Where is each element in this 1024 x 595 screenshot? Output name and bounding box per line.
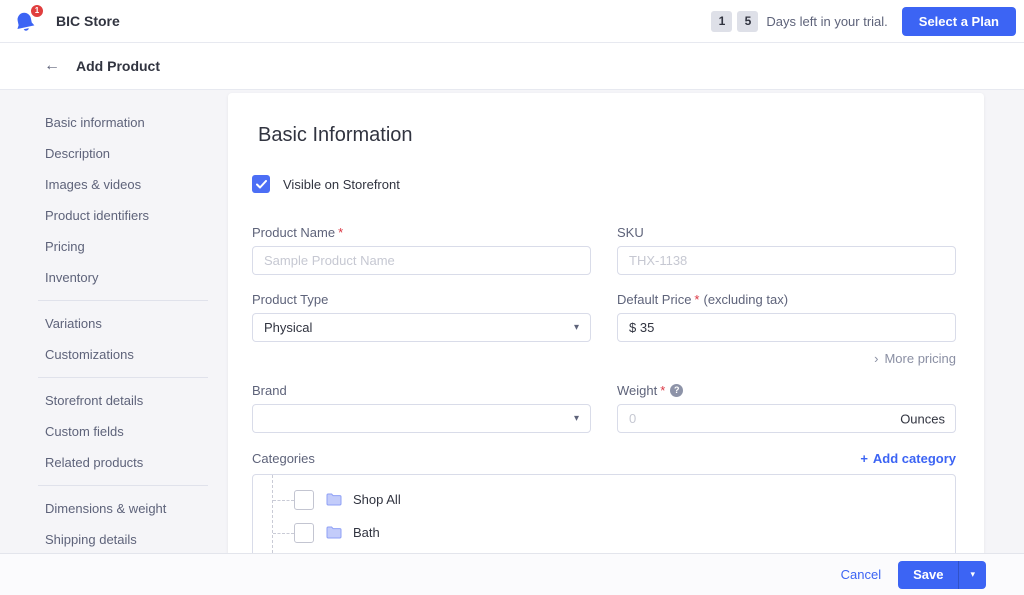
folder-icon <box>326 493 342 506</box>
sidebar-item-custom-fields[interactable]: Custom fields <box>0 416 228 447</box>
action-footer: Cancel Save ▾ <box>0 553 1024 595</box>
product-name-input[interactable] <box>252 246 591 275</box>
sidebar-item-variations[interactable]: Variations <box>0 308 228 339</box>
basic-information-card: Basic Information Visible on Storefront … <box>228 93 984 553</box>
content-area: Basic information Description Images & v… <box>0 90 1024 553</box>
select-plan-button[interactable]: Select a Plan <box>902 7 1016 36</box>
sidebar-item-description[interactable]: Description <box>0 138 228 169</box>
caret-down-icon: ▾ <box>970 569 975 580</box>
tree-connector-line <box>273 533 294 534</box>
sidebar-divider <box>38 377 208 378</box>
visible-on-storefront-row: Visible on Storefront <box>252 175 956 193</box>
page-title: Add Product <box>76 58 160 74</box>
trial-info: 1 5 Days left in your trial. Select a Pl… <box>711 7 1016 36</box>
category-checkbox-shop-all[interactable] <box>294 490 314 510</box>
basic-info-form: Product Name* SKU Product Type <box>252 225 956 433</box>
sidebar-item-images-videos[interactable]: Images & videos <box>0 169 228 200</box>
save-split-button: Save ▾ <box>898 561 986 589</box>
weight-unit: Ounces <box>900 411 945 426</box>
weight-field: Weight*? Ounces <box>617 383 956 433</box>
sidebar-item-pricing[interactable]: Pricing <box>0 231 228 262</box>
save-options-button[interactable]: ▾ <box>959 561 986 589</box>
brand-label: Brand <box>252 383 591 398</box>
required-asterisk: * <box>660 383 665 398</box>
product-type-field: Product Type Physical ▾ <box>252 292 591 366</box>
sidebar-divider <box>38 485 208 486</box>
add-category-button[interactable]: +Add category <box>860 451 956 466</box>
brand: 1 BIC Store <box>12 6 120 36</box>
default-price-note: (excluding tax) <box>703 292 788 307</box>
help-icon[interactable]: ? <box>670 384 683 397</box>
caret-down-icon: ▾ <box>574 323 579 333</box>
category-checkbox-bath[interactable] <box>294 523 314 543</box>
sidebar-item-basic-information[interactable]: Basic information <box>0 107 228 138</box>
sku-input[interactable] <box>617 246 956 275</box>
required-asterisk: * <box>694 292 699 307</box>
chevron-right-icon: › <box>874 351 878 366</box>
sidebar-item-dimensions-weight[interactable]: Dimensions & weight <box>0 493 228 524</box>
trial-days-digit-2: 5 <box>737 11 758 32</box>
weight-input-wrap: Ounces <box>617 404 956 433</box>
page-subheader: ← Add Product <box>0 43 1024 90</box>
product-name-label: Product Name* <box>252 225 591 240</box>
save-button[interactable]: Save <box>898 561 958 589</box>
trial-days-digit-1: 1 <box>711 11 732 32</box>
sidebar-item-shipping-details[interactable]: Shipping details <box>0 524 228 553</box>
categories-label: Categories <box>252 451 315 466</box>
category-label[interactable]: Shop All <box>353 492 401 507</box>
section-sidebar: Basic information Description Images & v… <box>0 90 228 553</box>
tree-connector-line <box>273 500 294 501</box>
brand-select[interactable]: ▾ <box>252 404 591 433</box>
sidebar-item-product-identifiers[interactable]: Product identifiers <box>0 200 228 231</box>
add-product-page: 1 BIC Store 1 5 Days left in your trial.… <box>0 0 1024 595</box>
product-name-field: Product Name* <box>252 225 591 275</box>
default-price-field: Default Price*(excluding tax) ›More pric… <box>617 292 956 366</box>
sku-label: SKU <box>617 225 956 240</box>
folder-icon <box>326 526 342 539</box>
weight-label: Weight*? <box>617 383 956 398</box>
default-price-input[interactable] <box>617 313 956 342</box>
category-tree-row: Bath <box>253 516 955 549</box>
required-asterisk: * <box>338 225 343 240</box>
plus-icon: + <box>860 451 868 466</box>
sidebar-item-related-products[interactable]: Related products <box>0 447 228 478</box>
cancel-button[interactable]: Cancel <box>841 567 881 582</box>
sku-field: SKU <box>617 225 956 275</box>
store-name: BIC Store <box>56 13 120 29</box>
visible-on-storefront-label: Visible on Storefront <box>283 177 400 192</box>
brand-field: Brand ▾ <box>252 383 591 433</box>
visible-on-storefront-checkbox[interactable] <box>252 175 270 193</box>
app-header: 1 BIC Store 1 5 Days left in your trial.… <box>0 0 1024 43</box>
notification-badge: 1 <box>30 4 44 18</box>
product-type-value: Physical <box>264 320 312 335</box>
caret-down-icon: ▾ <box>574 414 579 424</box>
default-price-label: Default Price*(excluding tax) <box>617 292 956 307</box>
trial-text: Days left in your trial. <box>766 14 887 29</box>
category-tree-row: Shop All <box>253 483 955 516</box>
categories-header: Categories +Add category <box>252 451 956 466</box>
sidebar-item-inventory[interactable]: Inventory <box>0 262 228 293</box>
sidebar-divider <box>38 300 208 301</box>
more-pricing-link[interactable]: ›More pricing <box>617 351 956 366</box>
product-type-select[interactable]: Physical ▾ <box>252 313 591 342</box>
section-title: Basic Information <box>258 121 956 149</box>
sidebar-item-storefront-details[interactable]: Storefront details <box>0 385 228 416</box>
back-arrow-icon[interactable]: ← <box>42 57 62 75</box>
category-label[interactable]: Bath <box>353 525 380 540</box>
product-type-label: Product Type <box>252 292 591 307</box>
bell-logo-icon[interactable]: 1 <box>12 6 40 36</box>
checkmark-icon <box>256 180 267 189</box>
sidebar-item-customizations[interactable]: Customizations <box>0 339 228 370</box>
category-tree: Shop All Bath <box>252 474 956 553</box>
